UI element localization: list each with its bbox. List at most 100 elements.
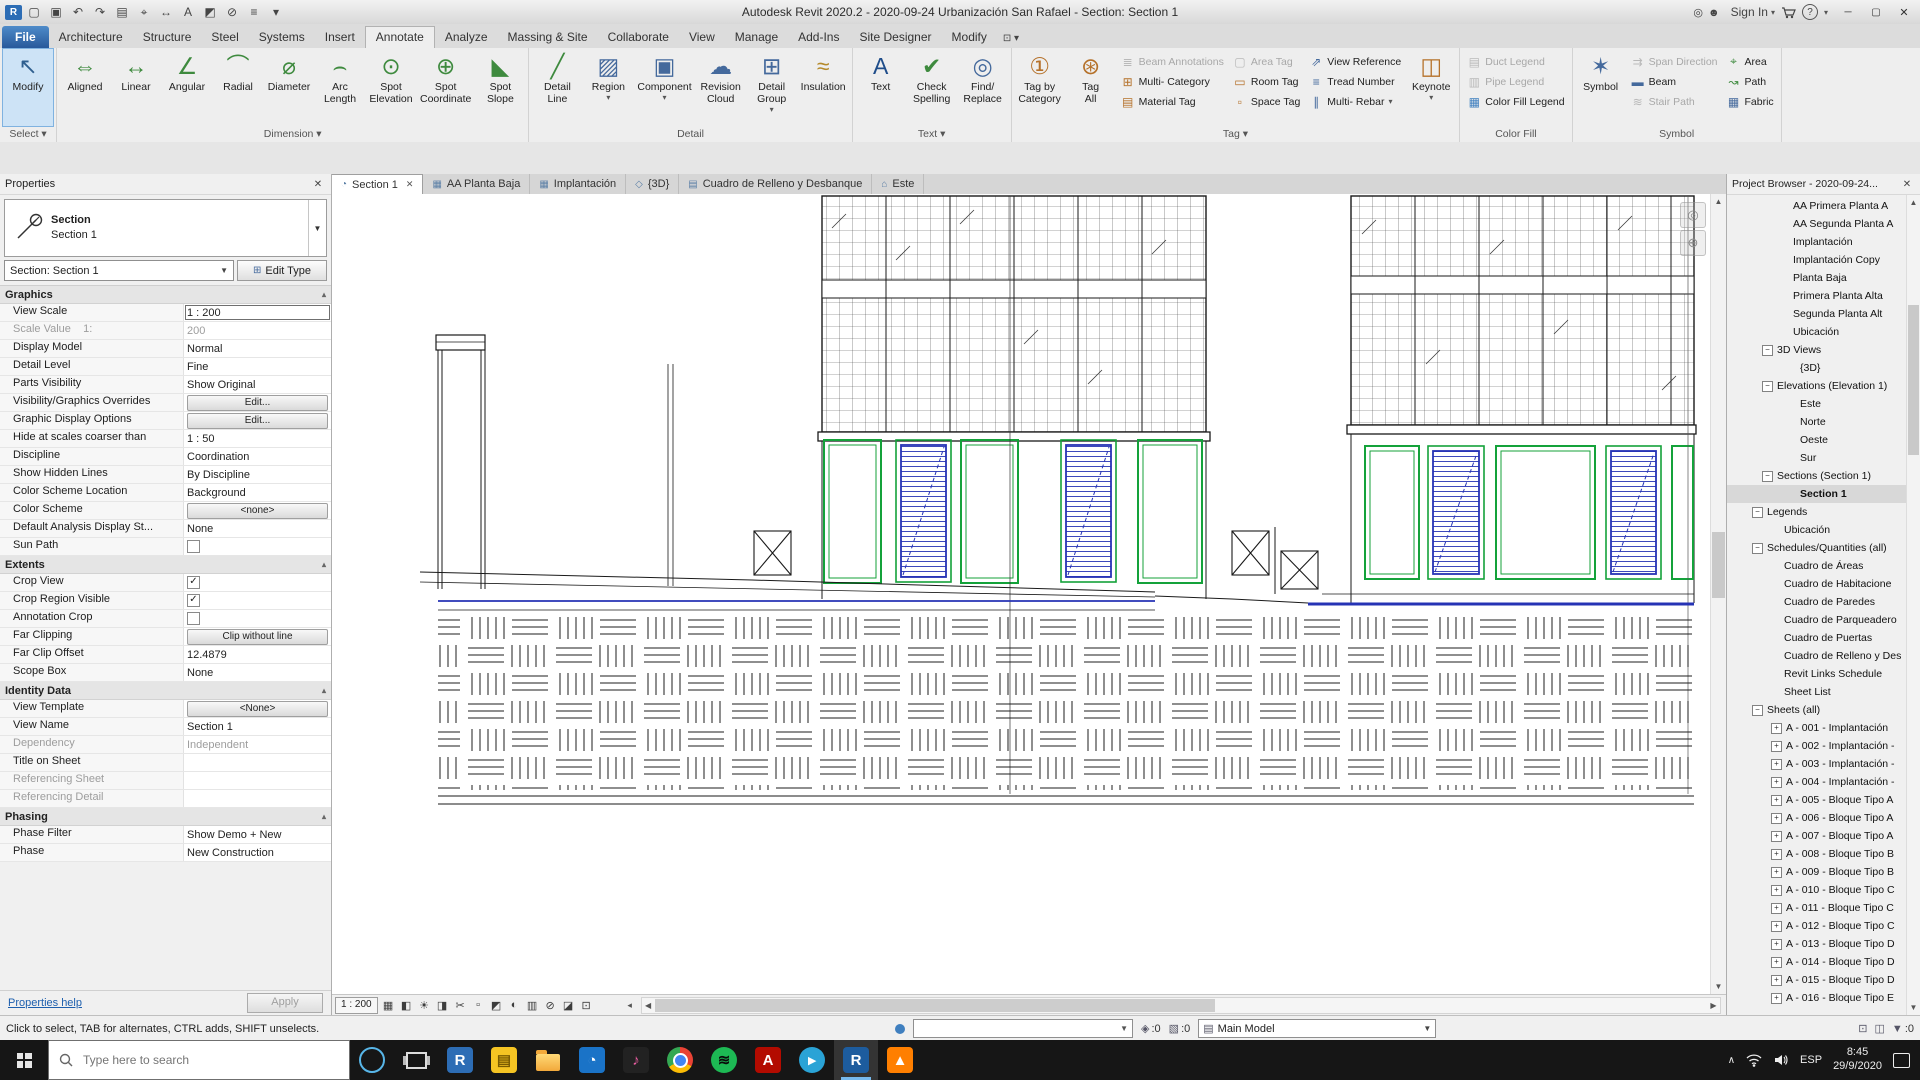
property-value-crop-region-visible[interactable]: ✓ [184,592,331,609]
tree-item-schedules-quantities-all[interactable]: −Schedules/Quantities (all) [1727,539,1920,557]
property-value-view-scale[interactable]: 1 : 200 [184,304,331,321]
material-tag-button[interactable]: ▤Material Tag [1117,92,1228,111]
property-group-identity-data[interactable]: Identity Data▴ [0,682,331,700]
property-value-referencing-sheet[interactable] [184,772,331,789]
region-button[interactable]: ▨Region▾ [583,49,633,126]
property-value-title-on-sheet[interactable] [184,754,331,771]
editing-requests-badge[interactable]: ▧ :0 [1169,1022,1191,1035]
application-menu-icon[interactable]: R [5,5,22,20]
collapse-arrow-icon[interactable]: ◂ [623,1000,637,1011]
panel-label-select[interactable]: Select ▾ [3,126,53,142]
tree-item-elevations-elevation-1[interactable]: −Elevations (Elevation 1) [1727,377,1920,395]
tree-item-a-006-bloque-tipo-a[interactable]: +A - 006 - Bloque Tipo A [1727,809,1920,827]
close-icon[interactable]: ✕ [1899,179,1915,190]
scrollbar-thumb[interactable] [1908,305,1919,455]
collapse-node-icon[interactable]: − [1752,507,1763,518]
ribbon-tab-view[interactable]: View [679,26,725,48]
tree-item-cuadro-de-reas[interactable]: Cuadro de Áreas [1727,557,1920,575]
type-selector[interactable]: Section Section 1 ▼ [4,199,327,257]
beam-button[interactable]: ▬Beam [1627,72,1722,91]
open-icon[interactable]: ▢ [24,3,44,22]
property-value-default-analysis-display-st[interactable]: None [184,520,331,537]
tree-item-a-001-implantaci-n[interactable]: +A - 001 - Implantación [1727,719,1920,737]
scroll-left-icon[interactable]: ◀ [642,1001,655,1010]
panel-label-tag[interactable]: Tag ▾ [1015,126,1457,142]
view-scale-button[interactable]: 1 : 200 [335,997,378,1014]
view-tab-este[interactable]: ⌂Este [872,174,924,194]
component-button[interactable]: ▣Component▾ [634,49,694,126]
ribbon-tab-add-ins[interactable]: Add-Ins [788,26,849,48]
ribbon-tab-steel[interactable]: Steel [201,26,248,48]
search-help-icon[interactable]: ◎ [1693,7,1703,19]
ribbon-tab-analyze[interactable]: Analyze [435,26,498,48]
tree-item-cuadro-de-relleno-y-des[interactable]: Cuadro de Relleno y Des [1727,647,1920,665]
maximize-button[interactable]: ▢ [1862,1,1890,23]
scroll-down-icon[interactable]: ▼ [1907,1000,1920,1015]
temporary-hide-isolate-icon[interactable]: ◩ [488,997,505,1013]
sign-in-button[interactable]: Sign In ▾ [1731,5,1775,19]
expand-node-icon[interactable]: + [1771,741,1782,752]
tree-item-cuadro-de-habitacione[interactable]: Cuadro de Habitacione [1727,575,1920,593]
search-input[interactable] [81,1052,285,1068]
drawing-canvas[interactable]: ◎ ⊕ ▲ ▼ [332,194,1726,994]
property-value-dependency[interactable]: Independent [184,736,331,753]
tree-item-implantaci-n-copy[interactable]: Implantación Copy [1727,251,1920,269]
close-tab-icon[interactable]: ✕ [406,179,414,190]
tree-item-a-002-implantaci-n[interactable]: +A - 002 - Implantación - [1727,737,1920,755]
task-view-button[interactable] [394,1040,438,1080]
expand-node-icon[interactable]: + [1771,759,1782,770]
tread-number-button[interactable]: ≡Tread Number [1305,72,1405,91]
type-combobox[interactable]: Section: Section 1 ▼ [4,260,234,281]
tree-item-3d[interactable]: {3D} [1727,359,1920,377]
spot-coordinate-button[interactable]: ⊕Spot Coordinate [417,49,474,126]
radial-button[interactable]: ⌒Radial [213,49,263,126]
visual-style-icon[interactable]: ◧ [398,997,415,1013]
app-file-explorer-button[interactable] [526,1040,570,1080]
view-tab-aa-planta-baja[interactable]: ▦AA Planta Baja [423,174,530,194]
tree-item-a-003-implantaci-n[interactable]: +A - 003 - Implantación - [1727,755,1920,773]
collapse-node-icon[interactable]: − [1762,345,1773,356]
room-tag-button[interactable]: ▭Room Tag [1229,72,1304,91]
section-icon[interactable]: ⊘ [222,3,242,22]
property-group-phasing[interactable]: Phasing▴ [0,808,331,826]
tree-item-a-010-bloque-tipo-c[interactable]: +A - 010 - Bloque Tipo C [1727,881,1920,899]
tree-item-3d-views[interactable]: −3D Views [1727,341,1920,359]
modify-button[interactable]: ↖Modify [3,49,53,126]
redo-icon[interactable]: ↷ [90,3,110,22]
property-group-graphics[interactable]: Graphics▴ [0,286,331,304]
tree-item-a-004-implantaci-n[interactable]: +A - 004 - Implantación - [1727,773,1920,791]
show-crop-region-icon[interactable]: ▫ [470,997,487,1013]
property-value-scope-box[interactable]: None [184,664,331,681]
steering-wheel-icon[interactable]: ◎ [1680,202,1706,228]
scrollbar-thumb[interactable] [1712,532,1725,598]
temporary-view-properties-icon[interactable]: ▥ [524,997,541,1013]
expand-node-icon[interactable]: + [1771,975,1782,986]
press-drag-icon[interactable]: ◫ [1875,1022,1885,1035]
panel-label-dimension[interactable]: Dimension ▾ [60,126,525,142]
tag-all-button[interactable]: ⊛Tag All [1066,49,1116,126]
scroll-right-icon[interactable]: ▶ [1707,1001,1720,1010]
sun-path-icon[interactable]: ☀ [416,997,433,1013]
tree-item-a-014-bloque-tipo-d[interactable]: +A - 014 - Bloque Tipo D [1727,953,1920,971]
tree-item-sections-section-1[interactable]: −Sections (Section 1) [1727,467,1920,485]
spot-elevation-button[interactable]: ⊙Spot Elevation [366,49,416,126]
property-value-phase[interactable]: New Construction [184,844,331,861]
text-note-icon[interactable]: A [178,3,198,22]
ribbon-tab-massing-site[interactable]: Massing & Site [498,26,598,48]
path-button[interactable]: ↝Path [1723,72,1778,91]
wifi-icon[interactable] [1746,1053,1762,1067]
property-value-far-clip-offset[interactable]: 12.4879 [184,646,331,663]
tree-item-sur[interactable]: Sur [1727,449,1920,467]
tree-item-primera-planta-alta[interactable]: Primera Planta Alta [1727,287,1920,305]
panel-label-color-fill[interactable]: Color Fill [1463,126,1568,142]
undo-icon[interactable]: ↶ [68,3,88,22]
property-value-view-template[interactable]: <None> [184,700,331,717]
ribbon-tab-modify[interactable]: Modify [942,26,997,48]
measure-icon[interactable]: ⌖ [134,3,154,22]
show-analytical-model-icon[interactable]: ⊘ [542,997,559,1013]
taskbar-search[interactable] [48,1040,350,1080]
expand-node-icon[interactable]: + [1771,795,1782,806]
minimize-button[interactable]: ─ [1834,1,1862,23]
tree-item-cuadro-de-puertas[interactable]: Cuadro de Puertas [1727,629,1920,647]
tree-item-a-005-bloque-tipo-a[interactable]: +A - 005 - Bloque Tipo A [1727,791,1920,809]
